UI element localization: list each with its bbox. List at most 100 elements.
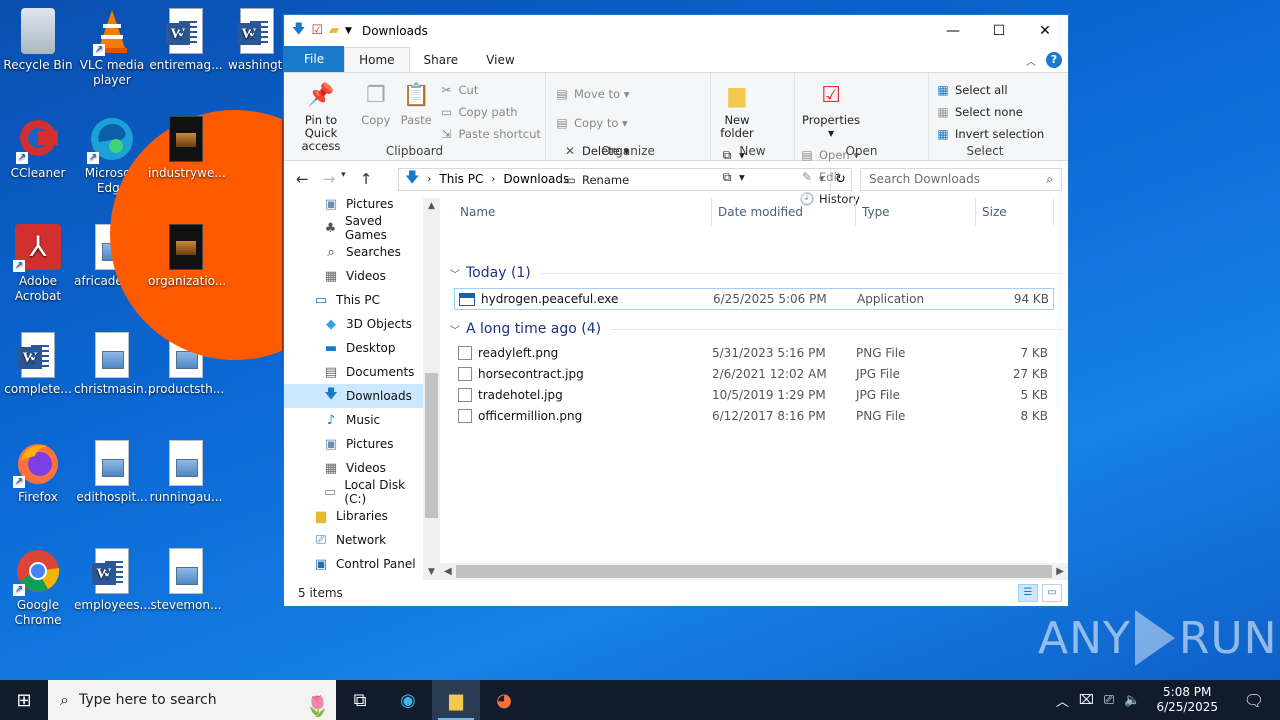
desktop-icon-edithospit[interactable]: edithospit... [74,440,150,505]
back-arrow-icon[interactable]: ← [296,170,309,188]
copy-button[interactable]: ❐ Copy [358,77,394,129]
nav-item[interactable]: ▆ Libraries [284,504,423,528]
new-folder-icon[interactable]: ▰ [329,23,339,38]
nav-scrollbar[interactable]: ▲ ▼ [423,198,440,580]
forward-arrow-icon[interactable]: → [323,170,336,188]
start-button[interactable]: ⊞ [0,680,48,720]
desktop-icon-organizatio[interactable]: organizatio... [148,224,226,289]
chevron-down-icon[interactable]: ▼ [345,26,352,36]
nav-item[interactable]: 🡇 Downloads [284,384,423,408]
file-group-header[interactable]: ﹀ Today (1) [440,260,1068,286]
notifications-icon[interactable]: 🗨 [1234,691,1274,710]
network-icon[interactable]: ⎚ [1104,693,1114,708]
nav-item[interactable]: ▭ Local Disk (C:) [284,478,423,506]
chevron-up-icon[interactable]: ︿ [1056,691,1069,710]
invert-selection-button[interactable]: ▦ Invert selection [935,123,1044,145]
clock[interactable]: 5:08 PM 6/25/2025 [1156,685,1218,715]
file-group-header[interactable]: ﹀ A long time ago (4) [440,316,1068,342]
minimize-button[interactable]: — [930,15,976,46]
up-arrow-icon[interactable]: ↑ [360,170,373,188]
scrollbar-thumb[interactable] [456,565,1052,578]
breadcrumb-this-pc[interactable]: This PC [439,172,483,186]
scrollbar-thumb[interactable] [425,373,438,518]
select-none-button[interactable]: ▦ Select none [935,101,1044,123]
chevron-down-icon[interactable]: ﹀ [450,322,460,337]
file-row[interactable]: horsecontract.jpg 2/6/2021 12:02 AM JPG Fi… [454,363,1054,384]
scroll-right-icon[interactable]: ▶ [1056,566,1064,577]
taskbar-firefox[interactable]: ◕ [480,680,528,720]
tab-home[interactable]: Home [344,47,410,72]
chevron-down-icon[interactable]: ▾ [341,170,346,188]
nav-item[interactable]: ▦ Videos [284,456,423,480]
nav-item[interactable]: ▣ Pictures [284,192,423,216]
nav-item[interactable]: ▤ Documents [284,360,423,384]
desktop-icon-firefox[interactable]: Firefox [0,440,76,505]
easy-access-button[interactable]: ⧉ ▾ [719,166,745,188]
desktop-icon-chrome[interactable]: Google Chrome [0,548,76,628]
nav-item[interactable]: ⎚ Network [284,528,423,552]
desktop-icon-recycle-bin[interactable]: Recycle Bin [0,8,76,73]
column-header-size[interactable]: Size [976,198,1054,226]
desktop-icon-acrobat[interactable]: ⅄ Adobe Acrobat [0,224,76,304]
column-header-name[interactable]: Name [454,198,712,226]
desktop-icon-complete[interactable]: complete... [0,332,76,397]
horizontal-scrollbar[interactable]: ◀ ▶ [440,563,1068,580]
nav-item[interactable]: ▦ Videos [284,264,423,288]
nav-item[interactable]: ▬ Desktop [284,336,423,360]
download-arrow-icon[interactable]: 🡇 [292,20,305,42]
nav-item[interactable]: ♣ Saved Games [284,214,423,242]
column-header-date[interactable]: Date modified [712,198,856,226]
desktop-icon-employees[interactable]: employees... [74,548,151,613]
paste-shortcut-button[interactable]: ⇲ Paste shortcut [439,123,541,145]
nav-item[interactable]: ▣ Control Panel [284,552,423,576]
desktop-icon-entiremag[interactable]: entiremag... [148,8,224,73]
desktop-icon-vlc[interactable]: VLC media player [74,8,150,88]
details-view-icon[interactable]: ☰ [1018,584,1038,602]
desktop-icon-runningau[interactable]: runningau... [148,440,224,505]
volume-icon[interactable]: 🔈 [1124,693,1140,708]
properties-icon[interactable]: ☑ [311,23,323,38]
maximize-button[interactable]: ☐ [976,15,1022,46]
desktop-icon-washington[interactable]: washingto [222,8,290,73]
scroll-left-icon[interactable]: ◀ [444,566,452,577]
taskbar-file-explorer[interactable]: ▆ [432,680,480,720]
edit-button[interactable]: ✎ Edit [799,166,860,188]
scroll-down-icon[interactable]: ▼ [423,567,440,577]
copy-path-button[interactable]: ▭ Copy path [439,101,541,123]
large-icons-view-icon[interactable]: ▭ [1042,584,1062,602]
file-row[interactable]: hydrogen.peaceful.exe 6/25/2025 5:06 PM Ap… [454,288,1054,310]
file-row[interactable]: readyleft.png 5/31/2023 5:16 PM PNG File 7 … [454,342,1054,363]
taskbar-search-box[interactable]: ⌕ Type here to search 🌷 [48,680,336,720]
tab-share[interactable]: Share [410,48,473,72]
column-header-type[interactable]: Type [856,198,976,226]
new-folder-button[interactable]: ▆ New folder [715,77,759,142]
move-to-button[interactable]: ▤ Move to ▾ [554,83,629,105]
nav-item[interactable]: ◆ 3D Objects [284,312,423,336]
nav-item[interactable]: ⌕ Searches [284,240,423,264]
taskbar-edge[interactable]: ◉ [384,680,432,720]
chevron-down-icon[interactable]: ﹀ [450,266,460,281]
file-row[interactable]: tradehotel.jpg 10/5/2019 1:29 PM JPG File 5… [454,384,1054,405]
copy-to-button[interactable]: ▤ Copy to ▾ [554,112,629,134]
scroll-up-icon[interactable]: ▲ [423,201,440,211]
cut-button[interactable]: ✂ Cut [439,79,541,101]
desktop-icon-stevemon[interactable]: stevemon... [148,548,224,613]
device-icon[interactable]: ⌧ [1079,693,1094,708]
close-button[interactable]: ✕ [1022,15,1068,46]
nav-item[interactable]: ▭ This PC [284,288,423,312]
collapse-ribbon-icon[interactable]: ︿ [1026,53,1036,68]
help-icon[interactable]: ? [1046,52,1062,68]
task-view-button[interactable]: ⧉ [336,680,384,720]
paste-button[interactable]: 📋 Paste [398,77,435,129]
nav-item[interactable]: ♪ Music [284,408,423,432]
desktop-icon-industrywe[interactable]: industrywe... [148,116,226,181]
nav-item[interactable]: ▣ Pictures [284,432,423,456]
rename-button[interactable]: ▭ Rename [562,169,629,191]
tab-view[interactable]: View [472,48,528,72]
search-input[interactable]: Search Downloads ⌕ [860,167,1062,191]
file-row[interactable]: officermillion.png 6/12/2017 8:16 PM PNG F… [454,405,1054,426]
desktop-icon-christmasin[interactable]: christmasin... [74,332,155,397]
properties-button[interactable]: ☑ Properties ▼ [799,77,863,142]
desktop-icon-ccleaner[interactable]: CCleaner [0,116,76,181]
tab-file[interactable]: File [284,46,345,72]
